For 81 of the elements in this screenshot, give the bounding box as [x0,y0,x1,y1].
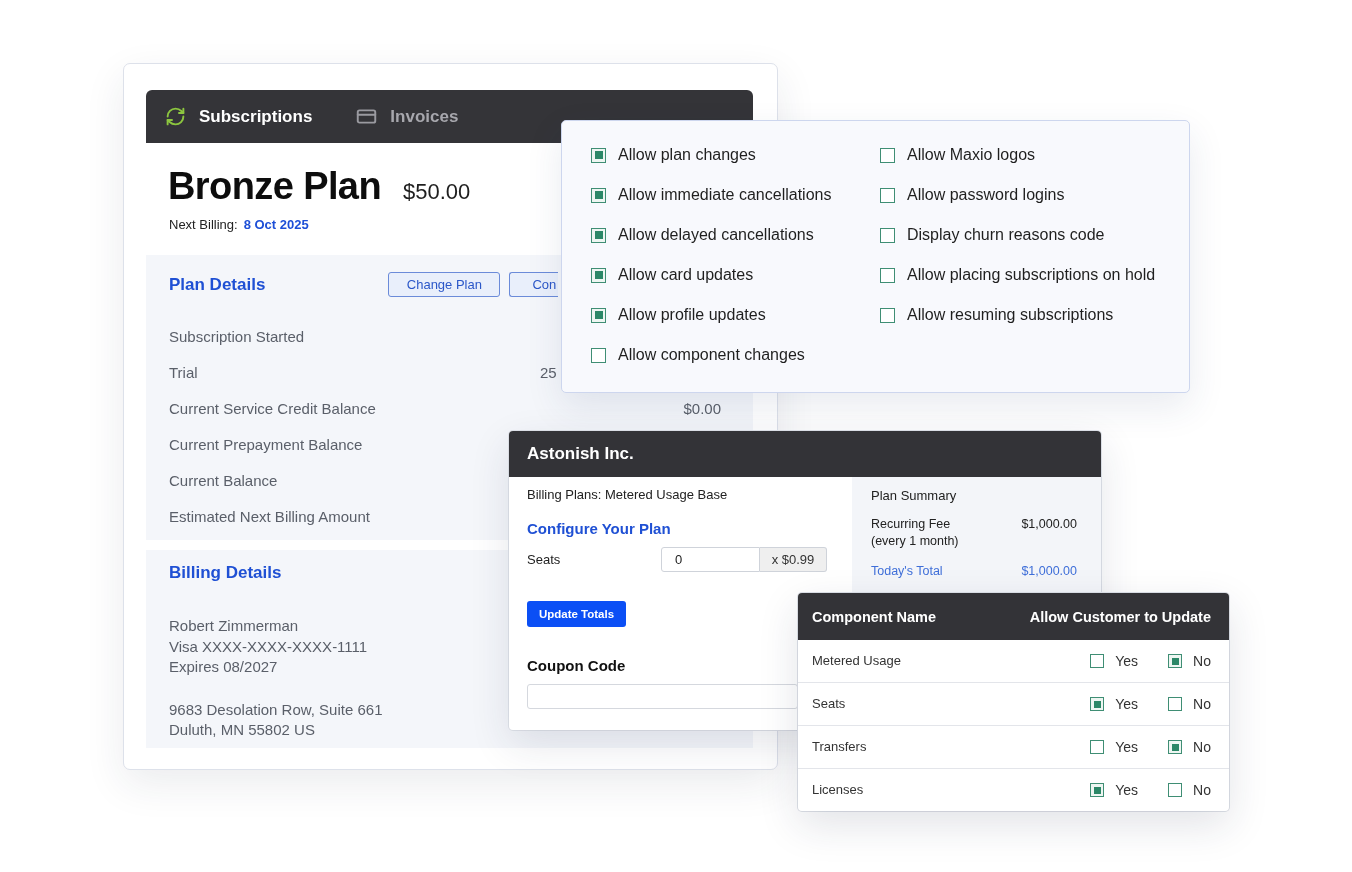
checkbox[interactable] [880,147,895,163]
checkbox-label: Allow immediate cancellations [618,185,832,205]
checkbox-label: Allow placing subscriptions on hold [907,265,1156,285]
detail-label: Estimated Next Billing Amount [169,507,370,527]
component-name: Metered Usage [812,652,901,670]
billing-address-text: 9683 Desolation Row, Suite 661 Duluth, MN 55802 US [169,699,383,740]
checkbox[interactable] [1090,783,1105,797]
checkbox-label: Allow delayed cancellations [618,225,814,245]
checkbox[interactable] [1090,654,1105,668]
checkbox[interactable] [591,307,606,323]
detail-label: Current Balance [169,471,278,491]
checkbox[interactable] [1168,697,1183,711]
checkbox-label: No [1193,652,1211,670]
checkbox[interactable] [591,347,606,363]
plan-action-button[interactable]: Change Plan [388,272,501,297]
coupon-title: Coupon Code [527,656,626,676]
seats-input[interactable]: 0 [661,547,760,572]
checkbox-label: Yes [1115,695,1139,713]
checkbox[interactable] [880,307,895,323]
checkbox[interactable] [880,267,895,283]
checkbox-label: No [1193,781,1211,799]
detail-label: Current Prepayment Balance [169,435,363,455]
plan-name: Bronze Plan [168,164,381,208]
card-details-text: Robert Zimmerman Visa XXXX-XXXX-XXXX-1111 Expires 08/2027 [169,616,368,677]
summary-amount: $1,000.00 [1021,516,1077,533]
component-name: Transfers [812,738,867,756]
checkbox[interactable] [591,267,606,283]
summary-label: Recurring Fee [871,516,951,533]
credit-card-icon [356,106,378,127]
component-name: Licenses [812,781,864,799]
summary-label: Today's Total [871,563,943,580]
update-totals-button[interactable]: Update Totals [527,601,626,627]
panel-title: Astonish Inc. [527,443,634,465]
checkbox-label: Allow plan changes [618,145,756,165]
section-title: Plan Details [169,273,266,296]
billing-plan-label: Billing Plans: Metered Usage Base [527,486,728,504]
next-billing-date: 8 Oct 2025 [243,216,309,234]
checkbox-label: Yes [1115,652,1139,670]
checkbox-label: Yes [1115,781,1139,799]
unit-price-addon: x $0.99 [760,547,827,572]
checkbox[interactable] [1168,654,1183,668]
plan-action-button[interactable]: Con [509,272,559,297]
section-title: Configure Your Plan [527,519,671,539]
checkbox[interactable] [880,187,895,203]
component-name: Seats [812,695,846,713]
checkbox-label: Allow component changes [618,345,805,365]
summary-title: Plan Summary [871,488,957,503]
tab[interactable]: Invoices [356,105,459,128]
checkbox-label: Allow resuming subscriptions [907,305,1114,325]
checkbox[interactable] [1168,740,1183,754]
column-header: Allow Customer to Update [1029,607,1211,627]
seats-label: Seats [527,550,562,569]
checkbox[interactable] [591,147,606,163]
column-header: Component Name [812,607,937,627]
detail-value: 25 [540,363,557,383]
detail-label: Subscription Started [169,327,305,347]
plan-price: $50.00 [403,179,471,205]
checkbox-label: Display churn reasons code [907,225,1105,245]
checkbox-label: Allow profile updates [618,305,766,325]
next-billing-label: Next Billing: [169,216,238,234]
checkbox[interactable] [591,227,606,243]
checkbox-label: Yes [1115,738,1139,756]
checkbox-label: Allow password logins [907,185,1065,205]
section-title: Billing Details [169,562,282,584]
detail-label: Current Service Credit Balance [169,399,376,419]
checkbox[interactable] [880,227,895,243]
checkbox-label: No [1193,695,1211,713]
detail-value: $0.00 [683,399,721,419]
detail-label: Trial [169,363,198,383]
summary-note: (every 1 month) [871,533,959,550]
checkbox[interactable] [1168,783,1183,797]
checkbox-label: Allow card updates [618,265,754,285]
tab[interactable]: Subscriptions [165,105,313,128]
coupon-input[interactable] [527,684,798,709]
summary-amount: $1,000.00 [1021,563,1077,580]
refresh-icon [165,106,186,127]
checkbox[interactable] [1090,697,1105,711]
checkbox[interactable] [591,187,606,203]
checkbox-label: Allow Maxio logos [907,145,1036,165]
checkbox[interactable] [1090,740,1105,754]
checkbox-label: No [1193,738,1211,756]
